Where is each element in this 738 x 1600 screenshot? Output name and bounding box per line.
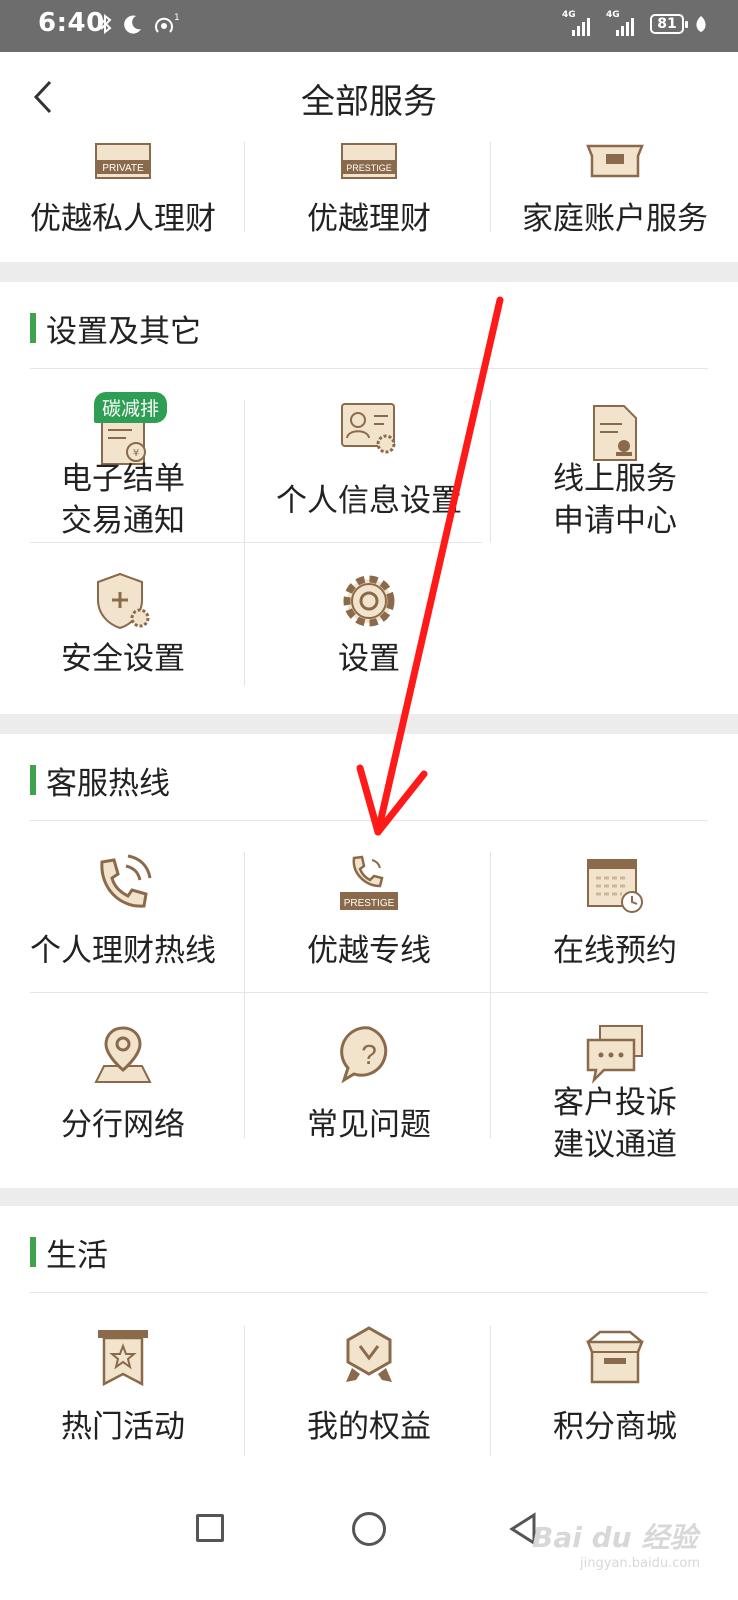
service-points-mall[interactable]: 积分商城 [492,1306,738,1466]
service-profile-settings[interactable]: 个人信息设置 [246,382,492,542]
settings-section: 设置及其它 ¥ 碳减排 电子结单 交易通知 个人信息设置 线上服务 申请中心 安… [0,282,738,714]
section-title: 客服热线 [30,762,170,802]
prestige-phone-icon: PRESTIGE [340,855,398,910]
security-shield-icon [97,572,150,630]
points-box-icon [586,1330,644,1384]
section-title: 生活 [30,1234,108,1274]
watermark: Bai du 经验 jingyan.baidu.com [532,1521,700,1571]
service-settings[interactable]: 设置 [246,544,492,694]
svg-text:PRIVATE: PRIVATE [102,163,144,174]
svg-text:PRESTIGE: PRESTIGE [344,898,395,909]
service-prestige-line[interactable]: PRESTIGE 优越专线 [246,834,492,992]
service-online-center[interactable]: 线上服务 申请中心 [492,382,738,542]
app-header: 全部服务 [0,52,738,142]
service-security-settings[interactable]: 安全设置 [0,544,246,694]
leaf-icon [696,16,706,32]
service-wealth-hotline[interactable]: 个人理财热线 [0,834,246,992]
status-time: 6:40 [38,8,105,38]
home-button[interactable] [352,1512,386,1546]
life-section: 生活 热门活动 我的权益 积分商城 [0,1206,738,1484]
svg-text:PRESTIGE: PRESTIGE [346,163,392,173]
service-my-rights[interactable]: 我的权益 [246,1306,492,1466]
profile-settings-icon [341,403,396,454]
page-title: 全部服务 [301,82,437,122]
service-e-statement[interactable]: ¥ 碳减排 电子结单 交易通知 [0,382,246,542]
service-private-wealth[interactable]: PRIVATE 优越私人理财 [0,142,246,262]
service-prestige-wealth[interactable]: PRESTIGE 优越理财 [246,142,492,262]
complaint-chat-icon [586,1025,643,1084]
signal-icon: 4G [606,10,640,36]
question-bubble-icon: ? [340,1026,388,1084]
battery-icon: 81 [650,14,688,34]
recent-apps-button[interactable] [196,1514,224,1542]
calendar-clock-icon [587,859,643,913]
section-title: 设置及其它 [30,310,201,350]
phone-icon [100,854,152,908]
service-complaint[interactable]: 客户投诉 建议通道 [492,994,738,1163]
hotline-section: 客服热线 个人理财热线 PRESTIGE 优越专线 在线预约 分行网络 ? 常见… [0,734,738,1188]
bluetooth-icon [100,13,112,35]
service-online-booking[interactable]: 在线预约 [492,834,738,992]
map-pin-icon [94,1026,152,1083]
status-bar: 6:40 1 4G 4G 81 [0,0,738,52]
prestige-wealth-icon: PRESTIGE [341,143,397,179]
carbon-badge: 碳减排 [94,392,168,423]
wealth-section: PRIVATE 优越私人理财 PRESTIGE 优越理财 家庭账户服务 [0,142,738,262]
family-account-icon [586,144,644,178]
gear-icon [343,575,395,627]
hotspot-icon: 1 [155,13,180,33]
service-family-account[interactable]: 家庭账户服务 [492,142,738,262]
moon-icon [124,15,141,34]
rights-badge-icon [346,1326,392,1382]
service-branch-network[interactable]: 分行网络 [0,994,246,1158]
svg-text:?: ? [361,1039,377,1070]
signal-icon: 4G [562,10,596,36]
star-banner-icon [98,1330,148,1387]
service-faq[interactable]: ? 常见问题 [246,994,492,1158]
online-service-icon [593,405,637,461]
private-wealth-icon: PRIVATE [95,143,151,179]
svg-text:1: 1 [174,13,180,23]
service-hot-events[interactable]: 热门活动 [0,1306,246,1466]
